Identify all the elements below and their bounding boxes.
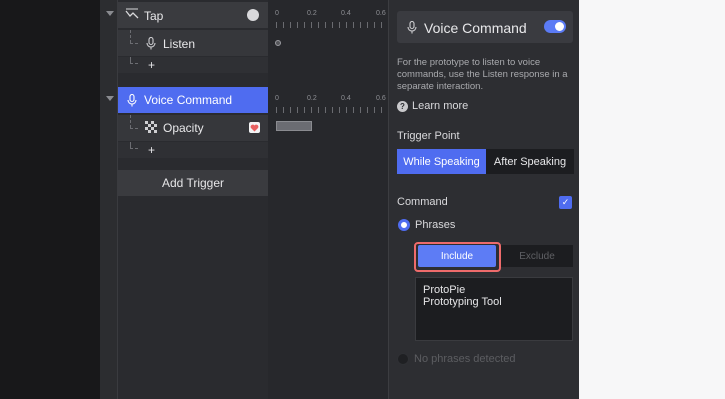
no-phrases-radio[interactable] bbox=[397, 353, 409, 365]
no-phrases-label: No phrases detected bbox=[414, 353, 516, 365]
add-response-button[interactable]: + bbox=[148, 58, 155, 72]
timeline-ruler: 0 0.2 0.4 0.6 bbox=[268, 2, 388, 28]
microphone-icon bbox=[407, 20, 417, 34]
phrase-item: ProtoPie bbox=[423, 284, 466, 296]
tick-label: 0.6 bbox=[376, 10, 386, 17]
help-icon: ? bbox=[397, 100, 408, 112]
microphone-icon bbox=[126, 93, 138, 107]
heart-badge-icon bbox=[249, 122, 260, 133]
command-label: Command bbox=[397, 196, 448, 208]
tick-label: 0.6 bbox=[376, 95, 386, 102]
trigger-point-label: Trigger Point bbox=[397, 130, 460, 142]
panel-title: Voice Command bbox=[424, 20, 527, 36]
protopie-editor: Tap Listen + Voice Command Opacity + Add… bbox=[0, 0, 725, 399]
tick-label: 0 bbox=[275, 10, 279, 17]
include-button[interactable]: Include bbox=[418, 245, 496, 267]
add-response-row[interactable]: + bbox=[118, 57, 268, 73]
canvas-dark-area bbox=[0, 0, 100, 399]
no-phrases-option[interactable]: No phrases detected bbox=[397, 353, 516, 365]
add-response-row[interactable]: + bbox=[118, 142, 268, 158]
tick-label: 0 bbox=[275, 95, 279, 102]
response-row-opacity[interactable]: Opacity bbox=[118, 115, 268, 141]
opacity-duration-bar[interactable] bbox=[276, 121, 312, 131]
panel-header: Voice Command bbox=[397, 11, 573, 43]
tap-gesture-icon bbox=[124, 7, 140, 21]
command-checkbox[interactable]: ✓ bbox=[559, 196, 572, 209]
learn-more-label: Learn more bbox=[412, 100, 469, 112]
opacity-checker-icon bbox=[145, 121, 157, 133]
after-speaking-button[interactable]: After Speaking bbox=[486, 149, 574, 174]
microphone-icon bbox=[145, 36, 157, 50]
ruler-ticks bbox=[276, 22, 388, 28]
phrases-label: Phrases bbox=[415, 219, 456, 231]
trigger-label: Tap bbox=[144, 9, 164, 23]
panel-description: For the prototype to listen to voice com… bbox=[397, 57, 568, 92]
enable-toggle[interactable] bbox=[544, 20, 566, 33]
response-label: Listen bbox=[163, 37, 196, 51]
tick-label: 0.4 bbox=[341, 10, 351, 17]
exclude-button[interactable]: Exclude bbox=[501, 245, 573, 267]
timeline-gutter bbox=[100, 0, 118, 399]
trigger-row-tap[interactable]: Tap bbox=[106, 2, 268, 28]
tick-label: 0.4 bbox=[341, 95, 351, 102]
trigger-row-voice-command[interactable]: Voice Command bbox=[106, 87, 268, 113]
learn-more-link[interactable]: ? Learn more bbox=[397, 100, 468, 112]
add-response-button[interactable]: + bbox=[148, 143, 155, 157]
property-panel: Voice Command For the prototype to liste… bbox=[388, 0, 579, 399]
response-row-listen[interactable]: Listen bbox=[118, 30, 268, 56]
listen-keyframe[interactable] bbox=[275, 40, 281, 46]
collapse-caret-icon[interactable] bbox=[106, 11, 114, 16]
status-dot-icon bbox=[247, 9, 259, 21]
blank-area bbox=[579, 0, 725, 399]
add-trigger-button[interactable]: Add Trigger bbox=[118, 170, 268, 196]
phrases-textarea[interactable]: ProtoPie Prototyping Tool bbox=[415, 277, 573, 341]
phrases-radio[interactable] bbox=[398, 219, 410, 231]
while-speaking-button[interactable]: While Speaking bbox=[397, 149, 486, 174]
timeline-ruler: 0 0.2 0.4 0.6 bbox=[268, 87, 388, 113]
ruler-ticks bbox=[276, 107, 388, 113]
tick-label: 0.2 bbox=[307, 10, 317, 17]
phrase-item: Prototyping Tool bbox=[423, 296, 502, 308]
collapse-caret-icon[interactable] bbox=[106, 96, 114, 101]
response-label: Opacity bbox=[163, 121, 204, 135]
trigger-list: Tap Listen + Voice Command Opacity + Add… bbox=[106, 0, 268, 399]
trigger-label: Voice Command bbox=[144, 93, 233, 107]
tick-label: 0.2 bbox=[307, 95, 317, 102]
timeline: 0 0.2 0.4 0.6 0 0.2 0.4 0.6 bbox=[268, 0, 388, 399]
